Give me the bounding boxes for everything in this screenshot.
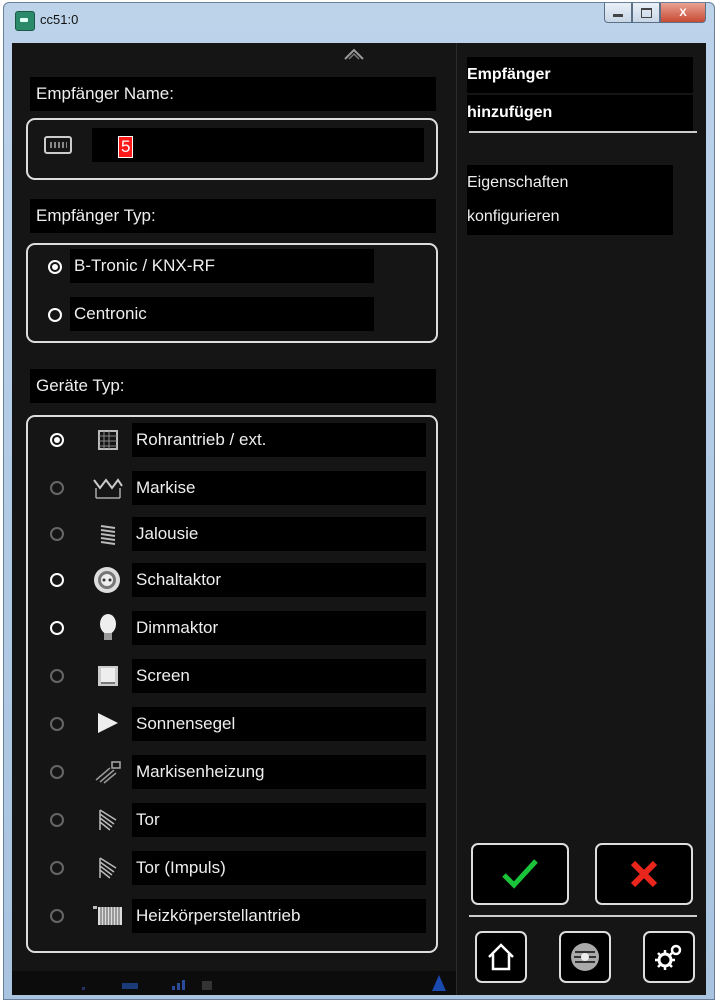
- device-type-label-text: Rohrantrieb / ext.: [132, 423, 426, 457]
- radio-unselected-icon[interactable]: [50, 573, 64, 587]
- radio-disabled-icon[interactable]: [50, 669, 64, 683]
- panel-title-line2: hinzufügen: [467, 95, 693, 131]
- device-type-label: Geräte Typ:: [30, 369, 436, 403]
- device-type-option[interactable]: Markisenheizung: [28, 755, 436, 791]
- panel-hint-line1: Eigenschaften: [467, 165, 673, 201]
- device-type-group: Rohrantrieb / ext. Markise Jalousie Scha…: [26, 415, 438, 953]
- device-type-option[interactable]: Jalousie: [28, 517, 436, 553]
- device-type-option[interactable]: Screen: [28, 659, 436, 695]
- collapse-chevron-icon[interactable]: [342, 47, 366, 61]
- divider: [469, 131, 697, 133]
- radio-disabled-icon[interactable]: [50, 717, 64, 731]
- device-type-option[interactable]: Tor: [28, 803, 436, 839]
- sun-sail-icon: [98, 713, 118, 733]
- checkmark-icon: [502, 859, 538, 889]
- device-type-option[interactable]: Markise: [28, 471, 436, 507]
- device-type-option[interactable]: Heizkörperstellantrieb: [28, 899, 436, 935]
- confirm-button[interactable]: [471, 843, 569, 905]
- switch-actuator-icon: [94, 567, 120, 593]
- window-title: cc51:0: [40, 12, 79, 27]
- panel-hint-line2: konfigurieren: [467, 199, 673, 235]
- device-type-label-text: Schaltaktor: [132, 563, 426, 597]
- device-type-label-text: Jalousie: [132, 517, 426, 551]
- radio-disabled-icon[interactable]: [50, 481, 64, 495]
- cancel-button[interactable]: [595, 843, 693, 905]
- radio-disabled-icon[interactable]: [50, 861, 64, 875]
- device-type-option[interactable]: Rohrantrieb / ext.: [28, 423, 436, 459]
- signal-strength-icon: [82, 980, 212, 990]
- panel-title-line1: Empfänger: [467, 57, 693, 93]
- device-type-option[interactable]: Sonnensegel: [28, 707, 436, 743]
- status-bar: [12, 971, 456, 995]
- device-type-option[interactable]: Schaltaktor: [28, 563, 436, 599]
- receiver-name-label: Empfänger Name:: [30, 77, 436, 111]
- battery-icon: [432, 975, 446, 991]
- receiver-type-option[interactable]: Centronic: [28, 297, 436, 333]
- title-bar[interactable]: cc51:0 X: [4, 3, 714, 43]
- receiver-name-value[interactable]: 5: [118, 136, 134, 158]
- receiver-type-label-text: B-Tronic / KNX-RF: [70, 249, 374, 283]
- close-button[interactable]: X: [660, 3, 706, 23]
- gate-icon: [99, 809, 117, 831]
- receiver-name-field[interactable]: 5: [26, 118, 438, 180]
- maximize-button[interactable]: [632, 3, 660, 23]
- device-type-option[interactable]: Tor (Impuls): [28, 851, 436, 887]
- device-type-label-text: Tor (Impuls): [132, 851, 426, 885]
- minimize-button[interactable]: [604, 3, 632, 23]
- receiver-type-option[interactable]: B-Tronic / KNX-RF: [28, 249, 436, 285]
- radio-unselected-icon[interactable]: [48, 308, 62, 322]
- gate-impulse-icon: [99, 857, 117, 879]
- device-type-label-text: Heizkörperstellantrieb: [132, 899, 426, 933]
- radio-disabled-icon[interactable]: [50, 813, 64, 827]
- radiator-icon: [93, 906, 122, 925]
- device-type-label-text: Markisenheizung: [132, 755, 426, 789]
- device-type-label-text: Sonnensegel: [132, 707, 426, 741]
- radio-disabled-icon[interactable]: [50, 909, 64, 923]
- keyboard-icon[interactable]: [44, 136, 72, 154]
- device-overview-button[interactable]: [559, 931, 611, 983]
- radio-disabled-icon[interactable]: [50, 527, 64, 541]
- blinds-icon: [100, 525, 116, 545]
- app-icon: [15, 11, 35, 31]
- device-type-label-text: Tor: [132, 803, 426, 837]
- maximize-icon: [640, 7, 652, 18]
- side-panel: Empfänger hinzufügen Eigenschaften konfi…: [456, 43, 706, 995]
- bulb-icon: [100, 614, 116, 640]
- device-type-label-text: Markise: [132, 471, 426, 505]
- app-window: cc51:0 X Empfänger Name: 5 Empfänger Typ…: [3, 2, 715, 1000]
- screen-icon: [98, 666, 118, 686]
- settings-button[interactable]: [643, 931, 695, 983]
- radio-selected-icon[interactable]: [48, 260, 62, 274]
- cross-icon: [630, 860, 658, 888]
- device-fan-icon: [571, 943, 599, 971]
- device-type-label-text: Dimmaktor: [132, 611, 426, 645]
- home-icon: [488, 943, 514, 971]
- app-client-area: Empfänger Name: 5 Empfänger Typ: B-Troni…: [12, 43, 706, 995]
- roller-motor-icon: [98, 430, 118, 450]
- radio-selected-icon[interactable]: [50, 433, 64, 447]
- heater-icon: [95, 761, 121, 784]
- awning-icon: [93, 478, 123, 499]
- gear-icon: [655, 944, 682, 970]
- form-panel: Empfänger Name: 5 Empfänger Typ: B-Troni…: [12, 43, 456, 995]
- receiver-type-label-text: Centronic: [70, 297, 374, 331]
- receiver-type-label: Empfänger Typ:: [30, 199, 436, 233]
- radio-unselected-icon[interactable]: [50, 621, 64, 635]
- device-type-option[interactable]: Dimmaktor: [28, 611, 436, 647]
- receiver-type-group: B-Tronic / KNX-RF Centronic: [26, 243, 438, 343]
- device-type-label-text: Screen: [132, 659, 426, 693]
- minimize-icon: [613, 14, 623, 17]
- divider: [469, 915, 697, 917]
- home-button[interactable]: [475, 931, 527, 983]
- radio-disabled-icon[interactable]: [50, 765, 64, 779]
